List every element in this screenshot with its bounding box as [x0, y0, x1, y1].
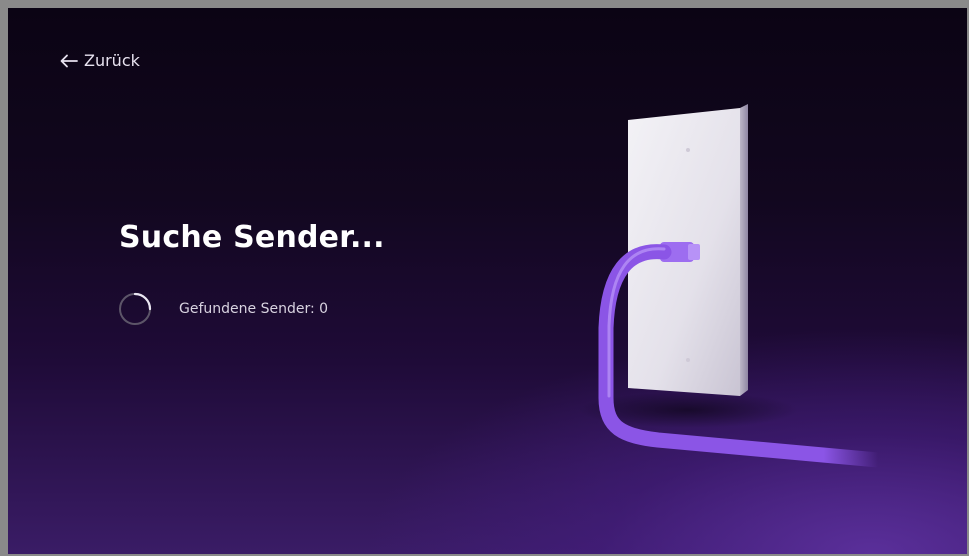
channels-found-count: 0 — [319, 301, 329, 317]
arrow-left-icon — [60, 54, 78, 68]
channels-found-text: Gefundene Sender: 0 — [179, 301, 328, 317]
channel-scan-screen: Zurück Suche Sender... Gefundene Sender:… — [8, 8, 967, 554]
wall-outlet-cable-illustration — [578, 104, 886, 468]
back-label: Zurück — [84, 51, 140, 70]
page-title: Suche Sender... — [119, 220, 385, 255]
back-button[interactable]: Zurück — [60, 51, 140, 70]
scan-status: Gefundene Sender: 0 — [117, 291, 328, 327]
channels-found-label: Gefundene Sender: — [179, 301, 315, 317]
loading-spinner-icon — [117, 291, 153, 327]
